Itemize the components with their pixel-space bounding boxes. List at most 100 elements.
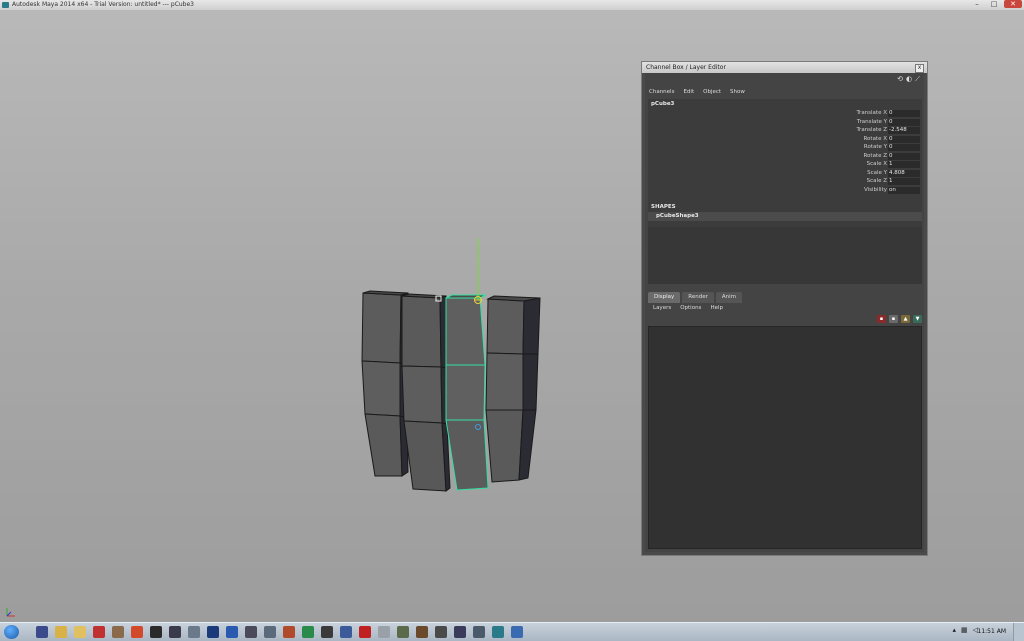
attr-label: Translate Z [856,127,888,133]
column-mesh-3-selected[interactable] [445,294,489,491]
attr-row-scale-y[interactable]: Scale Y 4.808 [648,169,922,178]
shape-node-name[interactable]: pCubeShape3 [656,213,699,219]
system-tray: ▴ ▦ ◁ [952,626,978,634]
attr-row-visibility[interactable]: Visibility on [648,186,922,195]
app-icon[interactable] [397,626,409,638]
window-controls: – □ ✕ [970,0,1022,8]
attr-row-rotate-y[interactable]: Rotate Y 0 [648,144,922,152]
taskbar-clock[interactable]: 11:51 AM [978,628,1006,635]
attr-row-translate-z[interactable]: Translate Z -2.548 [648,127,922,135]
help-icon[interactable]: ◐ [906,75,912,84]
column-mesh-4[interactable] [485,295,541,483]
attr-value-field[interactable]: 0 [888,118,920,126]
attr-value-field[interactable]: 0 [888,152,920,160]
attr-label: Scale X [866,161,887,167]
menu-channels[interactable]: Channels [649,89,674,95]
network-icon[interactable]: ▦ [961,626,968,634]
attr-row-rotate-x[interactable]: Rotate X 0 [648,135,922,144]
attr-value-field[interactable]: 0 [888,144,920,151]
menu-layers[interactable]: Layers [653,305,671,311]
app-icon[interactable] [36,626,48,638]
panel-close-button[interactable]: x [915,64,924,73]
channel-box-menu-bar: Channels Edit Object Show [649,89,745,95]
menu-options[interactable]: Options [680,305,701,311]
app-icon[interactable] [511,626,523,638]
attr-row-scale-x[interactable]: Scale X 1 [648,161,922,169]
attr-value-field[interactable]: 0 [888,135,920,143]
attr-label: Translate X [856,110,888,116]
column-mesh-2[interactable] [401,293,451,492]
rotate-tool-icon[interactable]: ⟲ [897,75,903,84]
column-mesh-1[interactable] [361,290,409,477]
windows-taskbar: ▴ ▦ ◁ 11:51 AM [0,622,1024,641]
new-layer-selected-icon[interactable]: ▪ [889,315,898,323]
maya-app-icon [2,2,9,8]
app-icon[interactable] [131,626,143,638]
layer-list-area[interactable] [648,326,922,549]
attr-value-field[interactable]: 1 [888,178,920,185]
attr-label: Scale Y [867,169,887,176]
tab-anim[interactable]: Anim [715,292,743,303]
move-up-icon[interactable]: ▲ [901,315,910,323]
app-icon[interactable] [473,626,485,638]
app-title-bar: Autodesk Maya 2014 x64 - Trial Version: … [0,0,1024,10]
panel-title-bar[interactable]: Channel Box / Layer Editor x [642,62,927,73]
app-icon[interactable] [188,626,200,638]
app-icon[interactable] [169,626,181,638]
attr-value-field[interactable]: -2.548 [888,127,920,134]
attr-value-field[interactable]: 0 [888,110,920,117]
app-icon[interactable] [321,626,333,638]
attr-value-field[interactable]: on [888,186,920,194]
app-icon[interactable] [112,626,124,638]
attr-value-field[interactable]: 1 [888,161,920,168]
window-title: Autodesk Maya 2014 x64 - Trial Version: … [12,1,195,8]
tab-render[interactable]: Render [682,292,714,303]
app-icon[interactable] [454,626,466,638]
app-icon[interactable] [74,626,86,638]
attr-row-scale-z[interactable]: Scale Z 1 [648,178,922,186]
app-icon[interactable] [93,626,105,638]
menu-object[interactable]: Object [703,89,721,95]
menu-help[interactable]: Help [710,305,723,311]
tray-arrow-icon[interactable]: ▴ [952,626,956,634]
close-button[interactable]: ✕ [1004,0,1022,8]
attr-value-field[interactable]: 4.808 [888,169,920,177]
app-icon[interactable] [207,626,219,638]
node-name[interactable]: pCube3 [651,101,674,107]
app-icon[interactable] [435,626,447,638]
attr-row-translate-x[interactable]: Translate X 0 [648,110,922,118]
maximize-button[interactable]: □ [987,0,1001,8]
attr-label: Visibility [863,186,887,193]
pin-icon[interactable]: ⟋ [915,75,920,84]
shape-row[interactable]: pCubeShape3 [648,212,922,221]
panel-body: ⟲ ◐ ⟋ Channels Edit Object Show pCube3 T… [645,73,924,552]
app-icon[interactable] [492,626,504,638]
taskbar-apps [36,626,523,638]
app-icon[interactable] [226,626,238,638]
app-icon[interactable] [378,626,390,638]
minimize-button[interactable]: – [970,0,984,8]
attr-label: Scale Z [866,178,887,184]
tab-display[interactable]: Display [648,292,681,303]
app-icon[interactable] [150,626,162,638]
menu-edit[interactable]: Edit [683,89,694,95]
channel-box-empty-area [648,227,922,284]
show-desktop-button[interactable] [1013,623,1024,641]
start-button[interactable] [4,625,19,639]
app-icon[interactable] [245,626,257,638]
view-axis-icon [5,606,17,620]
app-icon[interactable] [416,626,428,638]
attr-row-rotate-z[interactable]: Rotate Z 0 [648,152,922,161]
move-down-icon[interactable]: ▼ [913,315,922,323]
app-icon[interactable] [340,626,352,638]
folder-icon[interactable] [55,626,67,638]
attr-row-translate-y[interactable]: Translate Y 0 [648,118,922,127]
app-icon[interactable] [359,626,371,638]
app-icon[interactable] [302,626,314,638]
attr-label: Rotate Y [863,144,887,150]
app-icon[interactable] [283,626,295,638]
channel-box-toolbar: ⟲ ◐ ⟋ [897,75,920,84]
new-layer-icon[interactable]: ▪ [877,315,886,323]
menu-show[interactable]: Show [730,89,745,95]
app-icon[interactable] [264,626,276,638]
